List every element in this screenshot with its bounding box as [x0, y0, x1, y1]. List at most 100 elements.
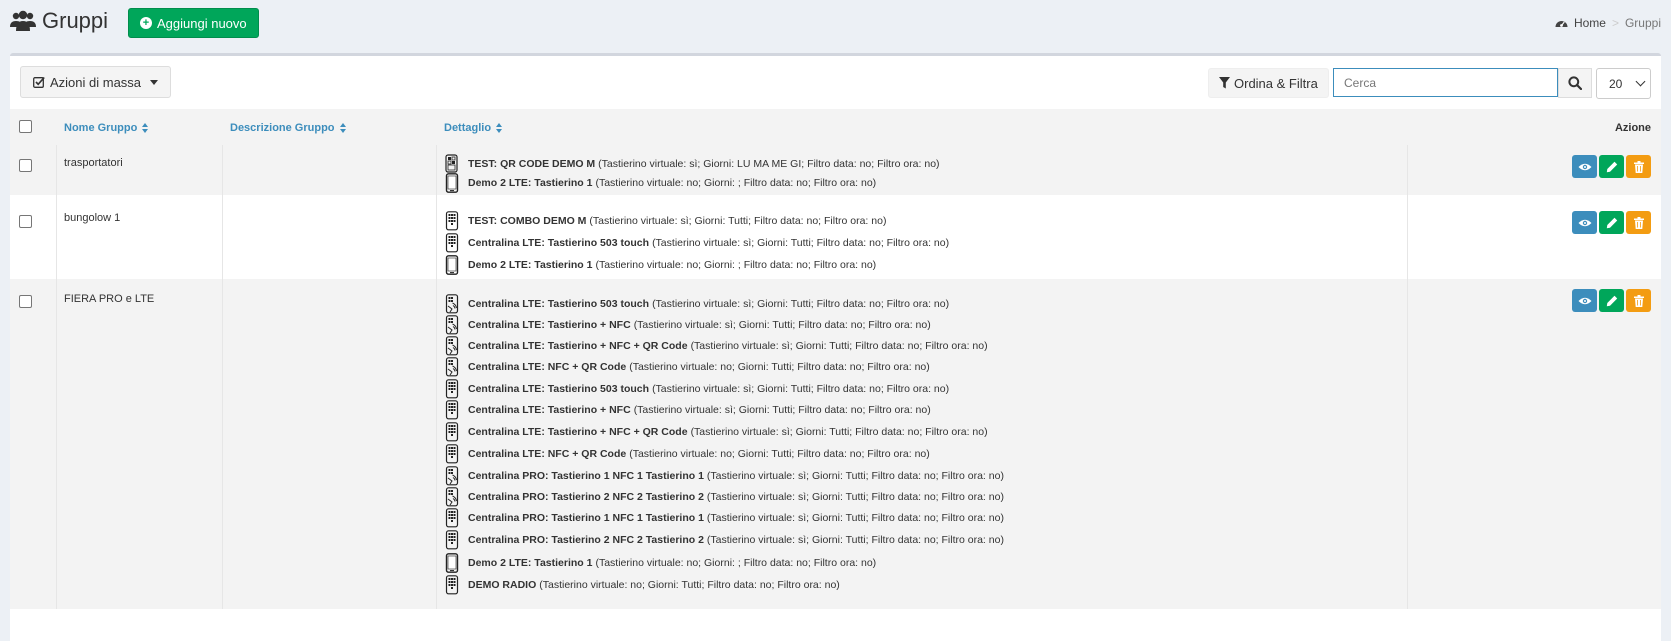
detail-line: Demo 2 LTE: Tastierino 1 (Tastierino vir…	[444, 255, 876, 275]
column-divider	[1407, 145, 1408, 195]
detail-title: Centralina LTE: Tastierino + NFC	[468, 319, 631, 331]
sort-icon	[496, 123, 503, 133]
detail-info: (Tastierino virtuale: sì; Giorni: Tutti;…	[706, 512, 1004, 524]
column-header-action: Azione	[1615, 122, 1651, 134]
keypad-nfc-icon	[445, 357, 459, 377]
per-page-select[interactable]: 20	[1596, 68, 1651, 99]
edit-button[interactable]	[1599, 289, 1624, 312]
detail-info: (Tastierino virtuale: sì; Giorni: Tutti;…	[652, 383, 950, 395]
phone-icon	[445, 173, 459, 193]
detail-info: (Tastierino virtuale: no; Giorni: Tutti;…	[629, 448, 930, 460]
detail-info: (Tastierino virtuale: no; Giorni: ; Filt…	[595, 177, 877, 189]
pencil-icon	[1606, 217, 1617, 228]
column-divider	[1407, 279, 1408, 609]
detail-title: Centralina LTE: NFC + QR Code	[468, 448, 627, 460]
row-checkbox[interactable]	[19, 159, 32, 172]
group-name: FIERA PRO e LTE	[64, 293, 155, 305]
detail-line: DEMO RADIO (Tastierino virtuale: no; Gior…	[444, 575, 840, 595]
keypad-nfc-icon	[445, 315, 459, 335]
delete-button[interactable]	[1626, 289, 1651, 312]
edit-button[interactable]	[1599, 211, 1624, 234]
plus-circle-icon: +	[140, 17, 152, 29]
detail-info: (Tastierino virtuale: sì; Giorni: Tutti;…	[589, 215, 887, 227]
detail-info: (Tastierino virtuale: sì; Giorni: Tutti;…	[706, 534, 1004, 546]
detail-info: (Tastierino virtuale: sì; Giorni: LU MA …	[598, 158, 940, 170]
page-title-wrap: Gruppi	[10, 8, 108, 34]
column-divider	[56, 195, 57, 279]
detail-title: TEST: QR CODE DEMO M	[468, 158, 596, 170]
add-new-button[interactable]: + Aggiungi nuovo	[128, 8, 259, 38]
detail-title: Centralina PRO: Tastierino 2 NFC 2 Tasti…	[468, 534, 704, 546]
detail-line: TEST: QR CODE DEMO M (Tastierino virtual…	[444, 154, 940, 173]
detail-line: Centralina LTE: Tastierino + NFC (Tastier…	[444, 400, 931, 420]
filter-icon	[1219, 77, 1230, 89]
detail-title: Demo 2 LTE: Tastierino 1	[468, 259, 593, 271]
chevron-down-icon	[1635, 76, 1646, 87]
view-button[interactable]	[1572, 211, 1597, 234]
detail-info: (Tastierino virtuale: no; Giorni: Tutti;…	[539, 579, 840, 591]
column-header-description-label: Descrizione Gruppo	[230, 122, 335, 134]
keypad-icon	[445, 379, 459, 399]
qr-keypad-icon	[445, 154, 458, 173]
detail-line: Centralina PRO: Tastierino 2 NFC 2 Tasti…	[444, 530, 1004, 550]
keypad-nfc-icon	[445, 294, 459, 314]
keypad-icon	[445, 400, 459, 420]
column-header-detail[interactable]: Dettaglio	[444, 122, 503, 134]
keypad-icon	[445, 444, 459, 464]
detail-title: Centralina LTE: Tastierino 503 touch	[468, 383, 650, 395]
column-header-name[interactable]: Nome Gruppo	[64, 122, 149, 134]
edit-button[interactable]	[1599, 155, 1624, 178]
sort-filter-button[interactable]: Ordina & Filtra	[1208, 68, 1329, 98]
detail-line: Centralina LTE: Tastierino 503 touch (Tas…	[444, 294, 949, 314]
detail-line: Centralina LTE: Tastierino + NFC + QR Co…	[444, 336, 988, 356]
detail-line: Centralina LTE: Tastierino + NFC (Tastier…	[444, 315, 931, 335]
view-button[interactable]	[1572, 155, 1597, 178]
toolbar: Azioni di massa Ordina & Filtra 20	[10, 56, 1661, 109]
detail-title: Centralina LTE: Tastierino 503 touch	[468, 237, 650, 249]
breadcrumb-home[interactable]: Home	[1574, 16, 1606, 30]
eye-icon	[1578, 297, 1591, 304]
column-header-detail-label: Dettaglio	[444, 122, 492, 134]
search-input[interactable]	[1333, 68, 1558, 97]
table-row: bungolow 1 TEST: COMBO DEMO M (Tastierin…	[10, 195, 1661, 279]
detail-title: Centralina LTE: Tastierino + NFC + QR Co…	[468, 426, 688, 438]
row-checkbox[interactable]	[19, 295, 32, 308]
breadcrumb-current: Gruppi	[1624, 16, 1661, 30]
detail-info: (Tastierino virtuale: sì; Giorni: Tutti;…	[690, 340, 988, 352]
detail-title: Centralina PRO: Tastierino 2 NFC 2 Tasti…	[468, 491, 704, 503]
column-header-action-label: Azione	[1614, 122, 1651, 134]
detail-line: Centralina PRO: Tastierino 2 NFC 2 Tasti…	[444, 487, 1004, 507]
mass-actions-label: Azioni di massa	[50, 74, 142, 90]
detail-info: (Tastierino virtuale: sì; Giorni: Tutti;…	[706, 491, 1004, 503]
delete-button[interactable]	[1626, 155, 1651, 178]
row-checkbox[interactable]	[19, 215, 32, 228]
select-all-checkbox[interactable]	[19, 120, 32, 133]
detail-line: Centralina PRO: Tastierino 1 NFC 1 Tasti…	[444, 466, 1004, 486]
detail-info: (Tastierino virtuale: sì; Giorni: Tutti;…	[706, 470, 1004, 482]
detail-title: TEST: COMBO DEMO M	[468, 215, 587, 227]
detail-line: Demo 2 LTE: Tastierino 1 (Tastierino virt…	[444, 553, 876, 573]
keypad-icon	[445, 575, 459, 595]
detail-info: (Tastierino virtuale: sì; Giorni: Tutti;…	[633, 319, 931, 331]
keypad-icon	[445, 211, 459, 231]
delete-button[interactable]	[1626, 211, 1651, 234]
phone-icon	[445, 255, 459, 275]
per-page-value: 20	[1609, 76, 1623, 91]
detail-info: (Tastierino virtuale: sì; Giorni: Tutti;…	[690, 426, 988, 438]
detail-line: Centralina LTE: NFC + QR Code (Tastierino…	[444, 444, 930, 464]
eye-icon	[1578, 219, 1591, 226]
column-divider	[222, 279, 223, 609]
table-row: FIERA PRO e LTE Centralina LTE: Tastieri…	[10, 279, 1661, 609]
sort-filter-label: Ordina & Filtra	[1234, 75, 1318, 91]
mass-actions-button[interactable]: Azioni di massa	[20, 66, 172, 98]
detail-line: Centralina LTE: Tastierino 503 touch (Ta…	[444, 233, 949, 253]
detail-line: Centralina LTE: Tastierino 503 touch (Tas…	[444, 379, 950, 399]
search-icon	[1568, 76, 1582, 90]
keypad-icon	[445, 530, 459, 550]
detail-info: (Tastierino virtuale: no; Giorni: Tutti;…	[629, 361, 930, 373]
column-header-description[interactable]: Descrizione Gruppo	[230, 122, 347, 134]
column-divider	[1407, 195, 1408, 279]
add-new-label: Aggiungi nuovo	[157, 15, 247, 31]
search-button[interactable]	[1558, 68, 1592, 98]
view-button[interactable]	[1572, 289, 1597, 312]
